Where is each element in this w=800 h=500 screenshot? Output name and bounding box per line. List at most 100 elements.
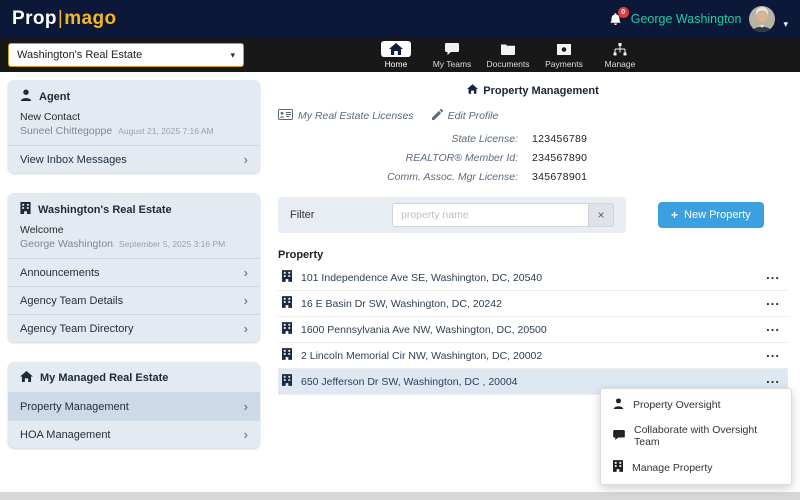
nav-payments[interactable]: Payments xyxy=(540,41,588,69)
row-more-options-button[interactable]: ... xyxy=(762,319,784,340)
new-property-button-label: New Property xyxy=(684,209,751,221)
property-address: 101 Independence Ave SE, Washington, DC,… xyxy=(301,272,542,284)
user-area: 0 George Washington ▾ xyxy=(608,6,788,32)
property-list-header: Property xyxy=(278,249,788,261)
license-row: REALTOR® Member Id: 234567890 xyxy=(278,152,788,164)
welcome-label: Welcome xyxy=(8,224,260,236)
state-license-value: 123456789 xyxy=(532,133,587,145)
manage-property-label: Manage Property xyxy=(632,462,713,474)
view-inbox-messages-link[interactable]: View Inbox Messages › xyxy=(8,145,260,173)
welcome-user-name: George Washington xyxy=(20,238,113,250)
building-icon xyxy=(282,296,292,311)
nav-manage[interactable]: Manage xyxy=(596,41,644,69)
page-title: Property Management xyxy=(278,84,788,97)
chevron-right-icon: › xyxy=(244,322,248,335)
nav-documents-label: Documents xyxy=(487,59,530,69)
agency-selector[interactable]: Washington's Real Estate ▾ xyxy=(8,43,244,67)
nav-items: Home My Teams Documents Payments Manage xyxy=(372,38,644,72)
sidebar-item-property-management[interactable]: Property Management › xyxy=(8,392,260,420)
page-title-label: Property Management xyxy=(483,85,599,97)
building-icon xyxy=(282,270,292,285)
main-navbar: Washington's Real Estate ▾ Home My Teams… xyxy=(0,38,800,72)
property-address: 16 E Basin Dr SW, Washington, DC, 20242 xyxy=(301,298,502,310)
property-row[interactable]: 2 Lincoln Memorial Cir NW, Washington, D… xyxy=(278,343,788,369)
nav-home-label: Home xyxy=(385,59,408,69)
content: Agent New Contact Suneel Chittegoppe Aug… xyxy=(0,72,800,492)
logo-pipe: | xyxy=(58,8,63,29)
person-icon xyxy=(613,398,624,412)
new-property-button[interactable]: + New Property xyxy=(658,202,764,228)
edit-profile-link[interactable]: Edit Profile xyxy=(432,109,499,123)
filter-row: Filter × + New Property xyxy=(278,197,788,233)
user-name[interactable]: George Washington xyxy=(631,12,742,26)
building-icon xyxy=(282,322,292,337)
sidebar: Agent New Contact Suneel Chittegoppe Aug… xyxy=(8,80,260,492)
nav-my-teams-label: My Teams xyxy=(433,59,472,69)
chat-bubble-icon xyxy=(613,430,625,443)
managed-card-title: My Managed Real Estate xyxy=(8,371,260,392)
nav-home[interactable]: Home xyxy=(372,41,420,69)
state-license-label: State License: xyxy=(278,133,518,145)
building-icon xyxy=(20,202,31,217)
managed-card-title-label: My Managed Real Estate xyxy=(40,372,168,384)
context-menu-item-manage-property[interactable]: Manage Property xyxy=(601,454,791,481)
welcome-timestamp: September 5, 2025 3:16 PM xyxy=(119,239,225,249)
person-icon xyxy=(20,89,32,104)
my-real-estate-licenses-link[interactable]: My Real Estate Licenses xyxy=(278,109,414,123)
sidebar-item-agency-team-directory[interactable]: Agency Team Directory › xyxy=(8,314,260,342)
nav-my-teams[interactable]: My Teams xyxy=(428,41,476,69)
chevron-right-icon: › xyxy=(244,266,248,279)
property-row[interactable]: 101 Independence Ave SE, Washington, DC,… xyxy=(278,265,788,291)
property-list: 101 Independence Ave SE, Washington, DC,… xyxy=(278,265,788,395)
nav-payments-label: Payments xyxy=(545,59,583,69)
my-real-estate-licenses-label: My Real Estate Licenses xyxy=(298,110,414,122)
agency-selector-value: Washington's Real Estate xyxy=(17,49,142,61)
license-table: State License: 123456789 REALTOR® Member… xyxy=(278,133,788,183)
realtor-member-id-value: 234567890 xyxy=(532,152,587,164)
row-more-options-button[interactable]: ... xyxy=(762,267,784,288)
logo-mago: mago xyxy=(64,8,116,29)
filter-input-group: × xyxy=(392,203,614,227)
property-oversight-label: Property Oversight xyxy=(633,399,721,411)
pencil-icon xyxy=(432,109,443,123)
chevron-right-icon: › xyxy=(244,294,248,307)
property-row[interactable]: 16 E Basin Dr SW, Washington, DC, 20242 … xyxy=(278,291,788,317)
nav-documents[interactable]: Documents xyxy=(484,41,532,69)
agency-team-directory-label: Agency Team Directory xyxy=(20,323,134,335)
sidebar-item-hoa-management[interactable]: HOA Management › xyxy=(8,420,260,448)
managed-real-estate-card: My Managed Real Estate Property Manageme… xyxy=(8,362,260,448)
logo-prop: Prop xyxy=(12,8,57,29)
row-more-options-button[interactable]: ... xyxy=(762,345,784,366)
avatar[interactable] xyxy=(749,6,775,32)
agency-card-title: Washington's Real Estate xyxy=(8,202,260,224)
app-logo: Prop|mago xyxy=(12,8,117,30)
filter-box: Filter × xyxy=(278,197,626,233)
home-icon xyxy=(381,41,411,57)
property-row[interactable]: 1600 Pennsylvania Ave NW, Washington, DC… xyxy=(278,317,788,343)
agency-card-title-label: Washington's Real Estate xyxy=(38,204,172,216)
contact-timestamp: August 21, 2025 7:16 AM xyxy=(118,126,213,136)
agency-team-details-label: Agency Team Details xyxy=(20,295,123,307)
building-icon xyxy=(282,374,292,389)
clear-filter-button[interactable]: × xyxy=(588,204,613,226)
user-menu-caret-icon[interactable]: ▾ xyxy=(783,19,788,30)
chevron-right-icon: › xyxy=(244,428,248,441)
property-context-menu: Property Oversight Collaborate with Over… xyxy=(600,388,792,485)
agency-card: Washington's Real Estate Welcome George … xyxy=(8,193,260,342)
property-management-label: Property Management xyxy=(20,401,129,413)
context-menu-item-property-oversight[interactable]: Property Oversight xyxy=(601,392,791,418)
context-menu-item-collaborate[interactable]: Collaborate with Oversight Team xyxy=(601,418,791,454)
nav-manage-label: Manage xyxy=(605,59,636,69)
sidebar-item-announcements[interactable]: Announcements › xyxy=(8,258,260,286)
property-address: 650 Jefferson Dr SW, Washington, DC , 20… xyxy=(301,376,518,388)
payment-icon xyxy=(557,41,571,57)
license-links-row: My Real Estate Licenses Edit Profile xyxy=(278,109,788,123)
property-name-filter-input[interactable] xyxy=(393,204,588,226)
sidebar-item-agency-team-details[interactable]: Agency Team Details › xyxy=(8,286,260,314)
row-more-options-button[interactable]: ... xyxy=(762,293,784,314)
notification-bell-icon[interactable]: 0 xyxy=(608,12,623,27)
collaborate-label: Collaborate with Oversight Team xyxy=(634,424,779,448)
building-icon xyxy=(282,348,292,363)
org-chart-icon xyxy=(613,41,627,57)
agent-card-title: Agent xyxy=(8,89,260,111)
